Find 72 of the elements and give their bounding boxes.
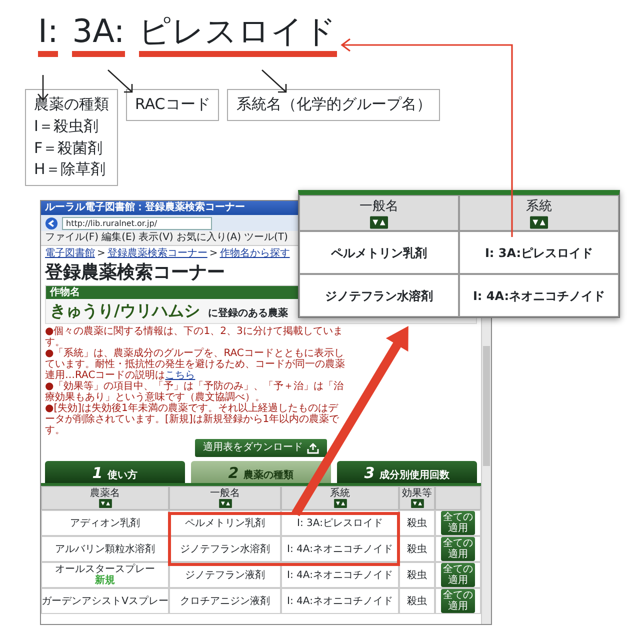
sort-icon[interactable] <box>334 499 346 508</box>
page-heading: 登録農薬検索コーナー <box>44 262 226 284</box>
table-cell: I: 4A:ネオニコチノイド <box>281 562 399 588</box>
all-uses-button[interactable]: 全ての適用 <box>441 511 475 535</box>
crop-name: きゅうり/ウリハムシ <box>50 300 200 322</box>
note-text: ●「系統」は、農薬成分のグループを、RACコードとともに表示しています。耐性・抵抗性の発生を避けるため、コードが同一の農薬連用…RACコードの説明はこちら <box>45 348 345 381</box>
note-text: ●[失効]は失効後1年未満の農薬です。それ以上経過したものはデータが削除されています。[新規]は新規登録から1年以内の農薬です。 <box>45 403 340 436</box>
table-cell: 殺虫 <box>399 510 435 536</box>
box-title: 系統名（化学的グループ名） <box>236 94 432 116</box>
pointer-arrow <box>107 69 133 93</box>
menu-item[interactable]: ファイル(F) <box>45 231 99 245</box>
breadcrumb-separator: > <box>97 247 106 261</box>
box-line: I＝殺虫剤 <box>34 116 100 137</box>
column-header[interactable]: 系統 <box>281 486 399 510</box>
all-uses-button[interactable]: 全ての適用 <box>441 589 475 613</box>
download-icon <box>307 442 319 454</box>
tab[interactable]: 1 使い方 <box>45 461 185 483</box>
table-cell: ジノテフラン水溶剤 <box>169 536 281 562</box>
note-link[interactable]: こちら <box>165 370 196 381</box>
column-header[interactable]: 農薬名 <box>41 486 169 510</box>
table-cell: I: 4A:ネオニコチノイド <box>281 588 399 614</box>
code-segment: 3A: <box>72 14 125 58</box>
table-cell: アディオン乳剤 <box>41 510 169 536</box>
crop-suffix: に登録のある農薬 <box>208 306 288 321</box>
table-cell: ジノテフラン水溶剤 <box>299 274 459 317</box>
sort-icon[interactable] <box>370 216 388 230</box>
menu-item[interactable]: 表示(V) <box>138 231 174 245</box>
new-tag: 新規 <box>95 575 115 586</box>
table-cell: 殺虫 <box>399 536 435 562</box>
breadcrumb-link[interactable]: 作物名から探す <box>220 247 290 261</box>
table-cell: ガーデンアシストVスプレー <box>41 588 169 614</box>
note-text: ●個々の農薬に関する情報は、下の1、2、3に分けて掲載しています。 <box>45 326 344 348</box>
table-cell: 殺虫 <box>399 562 435 588</box>
table-cell: ペルメトリン乳剤 <box>299 231 459 274</box>
all-uses-button[interactable]: 全ての適用 <box>441 537 475 561</box>
download-button[interactable]: 適用表をダウンロード <box>195 439 327 457</box>
tab[interactable]: 3 成分別使用回数 <box>337 461 477 483</box>
breadcrumb-separator: > <box>209 247 218 261</box>
note-text: ●「効果等」の項目中、「予」は「予防のみ」、「予＋治」は「治療効果もあり」という意味です（農文協調べ）。 <box>45 381 345 403</box>
table-cell: ペルメトリン乳剤 <box>169 510 281 536</box>
table-cell: オールスタースプレー 新規 <box>41 562 169 588</box>
pointer-arrow <box>261 69 287 93</box>
all-uses-button[interactable]: 全ての適用 <box>441 563 475 587</box>
sort-icon[interactable] <box>218 499 232 508</box>
table-cell: 殺虫 <box>399 588 435 614</box>
box-title: RACコード <box>135 94 210 116</box>
column-header[interactable]: 一般名 <box>169 486 281 510</box>
box-line: H＝除草剤 <box>34 159 106 180</box>
table-cell: I: 4A:ネオニコチノイド <box>281 536 399 562</box>
breadcrumb-link[interactable]: 登録農薬検索コーナー <box>107 247 208 261</box>
address-field[interactable]: http://lib.ruralnet.or.jp/ <box>62 216 212 230</box>
table-cell: I: 4A:ネオニコチノイド <box>459 274 619 317</box>
column-header[interactable]: 系統 <box>459 195 619 231</box>
box-line: F＝殺菌剤 <box>34 138 104 159</box>
code-segment: I: <box>38 14 58 58</box>
menu-item[interactable]: お気に入り(A) <box>176 231 241 245</box>
sort-icon[interactable] <box>530 216 548 230</box>
menu-item[interactable]: 編集(E) <box>102 231 136 245</box>
table-cell: I: 3A:ピレスロイド <box>459 231 619 274</box>
sort-icon[interactable] <box>410 499 424 508</box>
column-header[interactable]: 一般名 <box>299 195 459 231</box>
column-header[interactable]: 効果等 <box>399 486 435 510</box>
scrollbar-thumb[interactable] <box>483 346 490 466</box>
sort-icon[interactable] <box>98 499 112 508</box>
breadcrumb-link[interactable]: 電子図書館 <box>45 247 95 261</box>
code-segment: ピレスロイド <box>138 14 337 58</box>
menu-item[interactable]: ツール(T) <box>244 231 288 245</box>
tab[interactable]: 2 農薬の種類 <box>191 461 331 483</box>
back-icon[interactable] <box>45 216 58 230</box>
table-cell: クロチアニジン液剤 <box>169 588 281 614</box>
table-cell: ジノテフラン液剤 <box>169 562 281 588</box>
table-cell: アルバリン顆粒水溶剤 <box>41 536 169 562</box>
